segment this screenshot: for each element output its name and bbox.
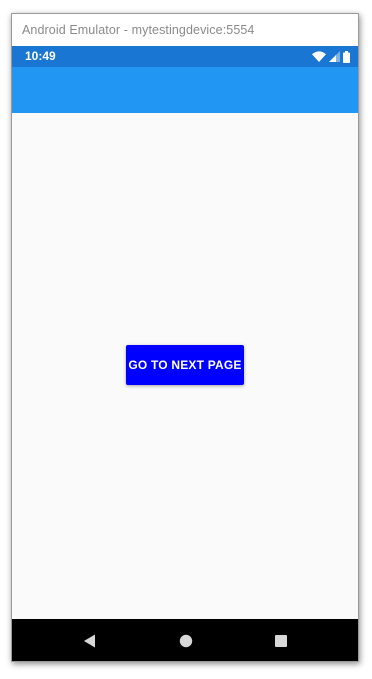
emulator-window: Android Emulator - mytestingdevice:5554 … (11, 13, 359, 662)
window-title: Android Emulator - mytestingdevice:5554 (22, 23, 255, 37)
app-bar (12, 67, 358, 113)
main-content: GO TO NEXT PAGE (12, 113, 358, 619)
status-time: 10:49 (25, 49, 56, 63)
signal-icon (329, 51, 340, 62)
status-icons (312, 50, 350, 63)
go-to-next-page-button[interactable]: GO TO NEXT PAGE (126, 345, 244, 385)
window-titlebar[interactable]: Android Emulator - mytestingdevice:5554 (12, 14, 358, 46)
navigation-bar (12, 619, 358, 661)
back-icon[interactable] (80, 631, 100, 651)
status-bar: 10:49 (12, 46, 358, 67)
battery-icon (343, 50, 350, 63)
wifi-icon (312, 51, 326, 62)
home-icon[interactable] (176, 631, 196, 651)
recents-icon[interactable] (271, 631, 291, 651)
